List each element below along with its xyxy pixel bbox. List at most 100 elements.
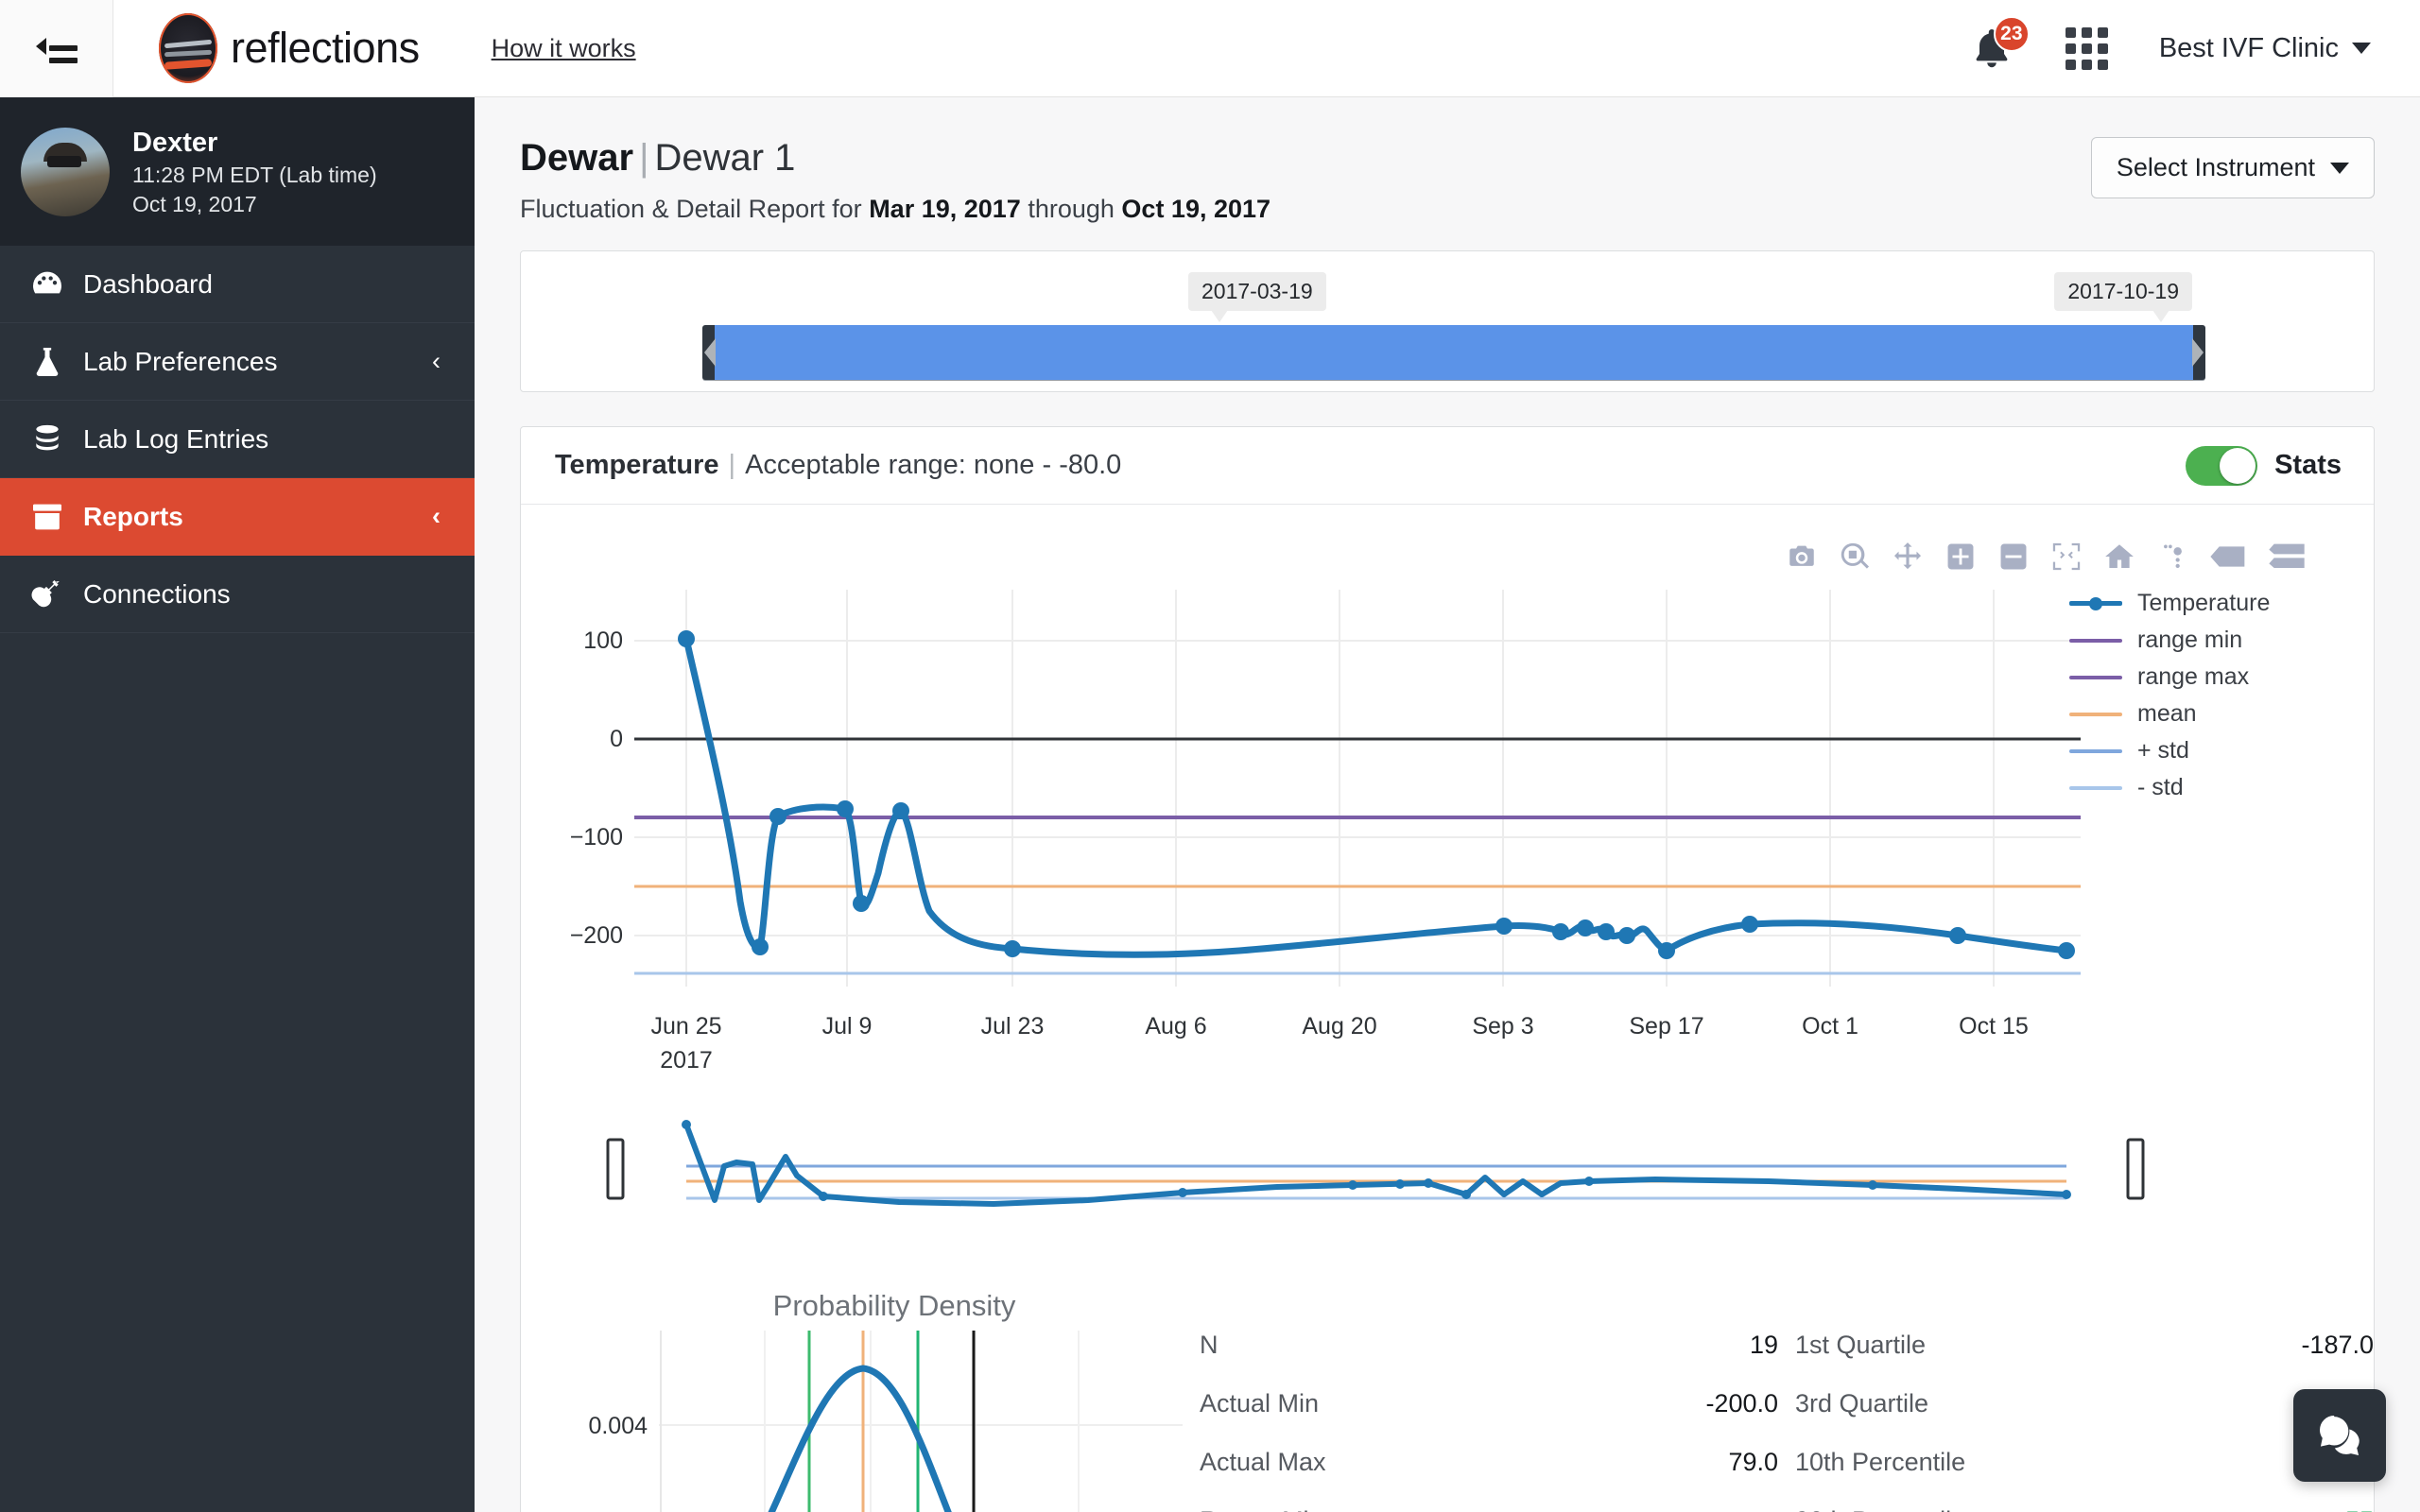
sidebar-item-connections[interactable]: Connections bbox=[0, 556, 475, 633]
x-tick-label: Aug 20 bbox=[1302, 1013, 1376, 1040]
range-handle-right[interactable] bbox=[2192, 338, 2204, 367]
stat-row: Range Min none bbox=[1200, 1491, 1778, 1512]
x-tick-label: Jul 23 bbox=[981, 1013, 1045, 1040]
date-range-slider[interactable]: 2017-03-19 2017-10-19 bbox=[520, 250, 2375, 392]
stat-key: 1st Quartile bbox=[1795, 1330, 1927, 1359]
spike-lines-icon[interactable] bbox=[2156, 541, 2188, 573]
chart-legend: Temperature range min range max mean + s… bbox=[2069, 585, 2325, 806]
user-lab-time: 11:28 PM EDT (Lab time) bbox=[132, 163, 377, 188]
legend-label: mean bbox=[2137, 700, 2197, 727]
zoom-box-icon[interactable] bbox=[1839, 541, 1871, 573]
y-tick-label: 100 bbox=[583, 627, 623, 654]
legend-item[interactable]: + std bbox=[2069, 732, 2325, 769]
title-separator: | bbox=[728, 450, 736, 480]
legend-swatch bbox=[2069, 675, 2122, 679]
stat-row: Actual Max 79.0 bbox=[1200, 1433, 1778, 1491]
acceptable-range-text: Acceptable range: none - -80.0 bbox=[745, 450, 1122, 480]
x-tick-label: Sep 3 bbox=[1472, 1013, 1533, 1040]
stat-row: 90th Percentile -55 bbox=[1795, 1491, 2374, 1512]
x-tick-label: Jun 25 bbox=[650, 1013, 721, 1040]
legend-swatch bbox=[2069, 712, 2122, 716]
user-name: Dexter bbox=[132, 127, 218, 158]
minimap-handle-right bbox=[2126, 1138, 2145, 1200]
select-instrument-label: Select Instrument bbox=[2116, 153, 2315, 181]
autoscale-icon[interactable] bbox=[2050, 541, 2083, 573]
sidebar-item-label: Dashboard bbox=[83, 268, 213, 299]
x-tick-label: Oct 1 bbox=[1802, 1013, 1858, 1040]
sidebar-toggle-button[interactable] bbox=[0, 0, 113, 97]
stats-toggle[interactable]: Stats bbox=[2186, 445, 2342, 486]
hover-closest-icon[interactable] bbox=[2209, 542, 2247, 571]
hover-compare-icon[interactable] bbox=[2268, 542, 2306, 571]
top-bar: reflections How it works 23 Best IVF Cli… bbox=[0, 0, 2420, 97]
legend-swatch bbox=[2069, 596, 2122, 610]
y-tick-label: 0 bbox=[610, 726, 623, 752]
page-title-separator: | bbox=[639, 137, 649, 179]
metric-name: Temperature bbox=[555, 450, 719, 480]
stat-row: Actual Min -200.0 bbox=[1200, 1374, 1778, 1433]
notifications-button[interactable]: 23 bbox=[1969, 16, 2030, 73]
y-tick-label: −200 bbox=[570, 922, 623, 949]
density-y-tick: 0.004 bbox=[588, 1413, 648, 1439]
sidebar-item-chevron: ‹ bbox=[432, 502, 441, 530]
legend-item[interactable]: range max bbox=[2069, 659, 2325, 696]
minimap-handle-left bbox=[606, 1138, 625, 1200]
reset-home-icon[interactable] bbox=[2103, 541, 2135, 573]
range-bar[interactable] bbox=[702, 325, 2205, 380]
grid-apps-icon[interactable] bbox=[2065, 26, 2108, 70]
hamburger-collapse-icon bbox=[35, 31, 78, 65]
chevron-down-icon bbox=[2352, 43, 2371, 54]
stat-key: N bbox=[1200, 1330, 1219, 1359]
statistics-tables: N 19 Actual Min -200.0 Actual Max 79.0 R… bbox=[1183, 1261, 2374, 1512]
pan-move-icon[interactable] bbox=[1892, 541, 1924, 573]
dashboard-gauge-icon bbox=[28, 266, 83, 303]
y-tick-label: −100 bbox=[570, 824, 623, 850]
sidebar-item-reports[interactable]: Reports ‹ bbox=[0, 478, 475, 556]
camera-download-icon[interactable] bbox=[1786, 541, 1818, 573]
range-start-tooltip: 2017-03-19 bbox=[1188, 272, 1326, 322]
org-switcher-button[interactable]: Best IVF Clinic bbox=[2159, 33, 2371, 64]
stats-table-right: 1st Quartile -187.0 3rd Quartile -175.0 … bbox=[1778, 1315, 2374, 1512]
temperature-chart-card: Temperature | Acceptable range: none - -80… bbox=[520, 426, 2375, 1512]
sidebar-item-label: Reports bbox=[83, 501, 183, 531]
how-it-works-link[interactable]: How it works bbox=[492, 34, 636, 63]
legend-item[interactable]: mean bbox=[2069, 696, 2325, 732]
switch-knob bbox=[2220, 447, 2256, 484]
legend-item[interactable]: Temperature bbox=[2069, 585, 2325, 622]
legend-item[interactable]: range min bbox=[2069, 622, 2325, 659]
chart-range-slider[interactable] bbox=[606, 1120, 2145, 1207]
legend-label: Temperature bbox=[2137, 590, 2271, 616]
legend-item[interactable]: - std bbox=[2069, 769, 2325, 806]
user-profile[interactable]: Dexter 11:28 PM EDT (Lab time) Oct 19, 2… bbox=[0, 97, 475, 246]
avatar bbox=[21, 127, 110, 216]
stats-toggle-label: Stats bbox=[2274, 450, 2342, 480]
stat-row: N 19 bbox=[1200, 1315, 1778, 1374]
stats-switch[interactable] bbox=[2186, 445, 2258, 486]
chart-header: Temperature | Acceptable range: none - -80… bbox=[521, 427, 2374, 505]
stat-key: Range Min bbox=[1200, 1506, 1627, 1512]
stat-value: -187.0 bbox=[2301, 1330, 2374, 1359]
chat-support-button[interactable] bbox=[2293, 1389, 2386, 1482]
range-handle-left[interactable] bbox=[704, 338, 716, 367]
sidebar-nav: Dashboard Lab Preferences ‹ Lab Log Entr… bbox=[0, 246, 475, 633]
density-plot[interactable]: 0.004 bbox=[578, 1323, 1183, 1512]
sidebar-item-dashboard[interactable]: Dashboard bbox=[0, 246, 475, 323]
stat-key: Actual Min bbox=[1200, 1388, 1320, 1418]
zoom-out-icon[interactable] bbox=[1997, 541, 2030, 573]
reflections-logo-icon bbox=[159, 13, 217, 83]
sidebar-item-label: Lab Preferences bbox=[83, 346, 278, 376]
density-chart-title: Probability Density bbox=[772, 1289, 1016, 1322]
stat-value: -55 bbox=[2222, 1506, 2374, 1512]
archive-box-icon bbox=[28, 498, 83, 536]
sidebar-item-lab-log-entries[interactable]: Lab Log Entries bbox=[0, 401, 475, 478]
select-instrument-button[interactable]: Select Instrument bbox=[2090, 137, 2375, 198]
brand-name: reflections bbox=[231, 24, 420, 72]
legend-label: range max bbox=[2137, 663, 2250, 690]
sidebar-item-lab-preferences[interactable]: Lab Preferences ‹ bbox=[0, 323, 475, 401]
zoom-in-icon[interactable] bbox=[1945, 541, 1977, 573]
report-end-date: Oct 19, 2017 bbox=[1121, 195, 1271, 223]
chevron-down-icon bbox=[2330, 162, 2349, 174]
temperature-curve bbox=[683, 635, 2070, 958]
brand[interactable]: reflections bbox=[159, 13, 420, 83]
sidebar-item-chevron: ‹ bbox=[432, 347, 441, 375]
